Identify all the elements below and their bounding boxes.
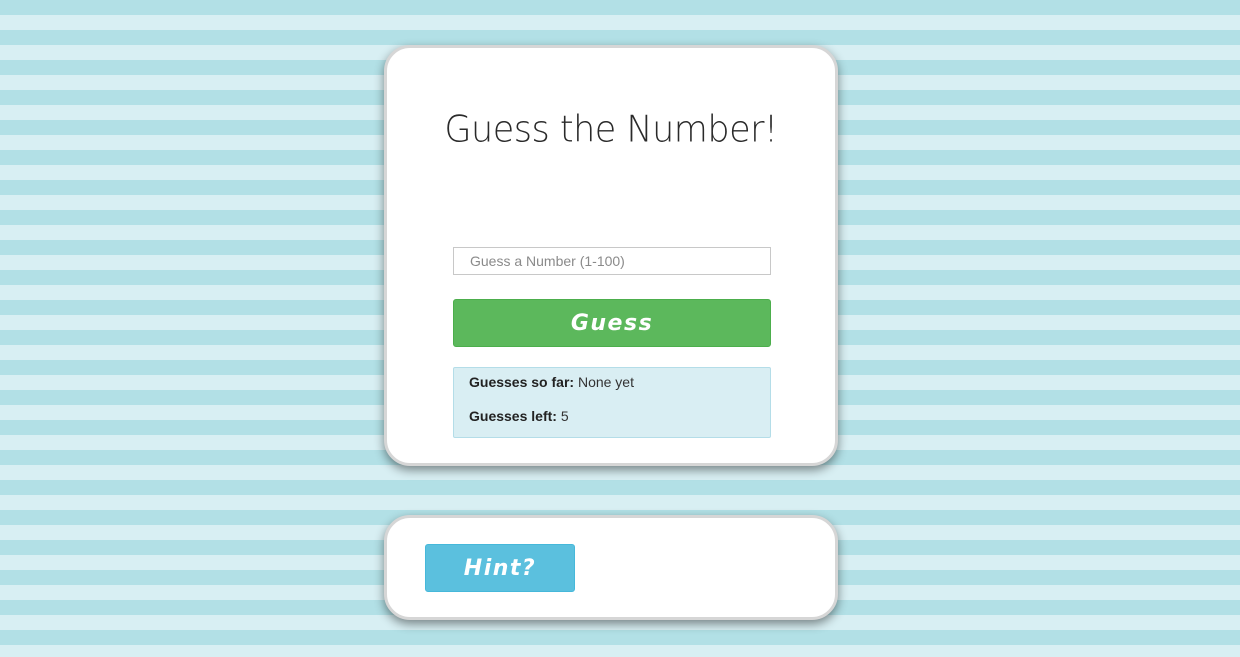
hint-card: Hint? <box>384 515 838 620</box>
guess-input[interactable] <box>453 247 771 275</box>
guesses-so-far-label: Guesses so far: <box>469 374 575 390</box>
guesses-left-label: Guesses left: <box>469 408 557 424</box>
status-panel: Guesses so far: None yet Guesses left: 5 <box>453 367 771 438</box>
guesses-left-value: 5 <box>560 408 569 424</box>
game-card: Guess the Number! Guess Guesses so far: … <box>384 45 838 466</box>
guesses-so-far-row: Guesses so far: None yet <box>469 374 755 391</box>
hint-button[interactable]: Hint? <box>425 544 575 592</box>
page-title: Guess the Number! <box>444 109 778 151</box>
guess-button[interactable]: Guess <box>453 299 771 347</box>
guesses-so-far-value: None yet <box>577 374 634 390</box>
guesses-left-row: Guesses left: 5 <box>469 408 755 425</box>
